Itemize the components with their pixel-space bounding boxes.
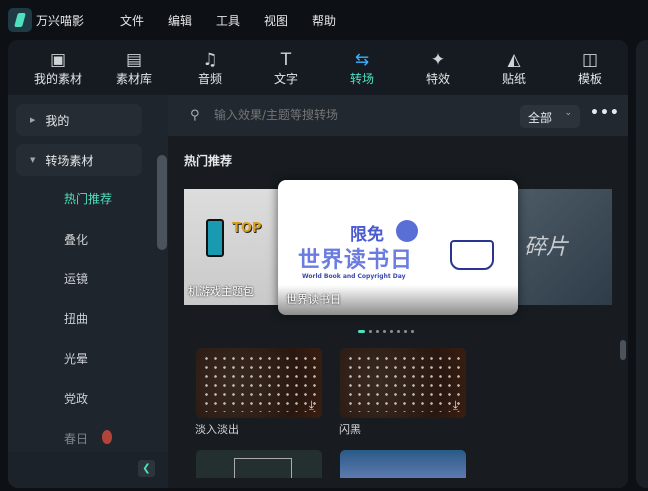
fire-icon xyxy=(102,430,112,444)
search-input[interactable] xyxy=(214,108,494,122)
sidebar-item-hot[interactable]: 热门推荐 xyxy=(64,192,112,207)
transition-label: 闪黑 xyxy=(339,423,361,436)
group-label: 我的 xyxy=(45,113,70,128)
pagination-dot[interactable] xyxy=(411,330,414,333)
section-title: 热门推荐 xyxy=(184,154,233,168)
content-scrollbar[interactable] xyxy=(620,340,626,360)
tab-label: 特效 xyxy=(425,72,450,86)
transition-icon: ⇆ xyxy=(354,50,370,70)
media-panel: ▣ 我的素材 ▤ 素材库 ♫ 音频 T 文字 ⇆ 转场 ✦ 特效 ◭ 贴纸 ◫ 模板 ▶ 我的 ▼… xyxy=(8,40,628,488)
transition-thumbnail[interactable] xyxy=(340,450,466,478)
sidebar-item-dissolve[interactable]: 叠化 xyxy=(64,233,88,248)
download-icon[interactable]: ⤓ xyxy=(309,398,314,412)
image-icon: ▣ xyxy=(49,50,67,70)
card-art-text: TOP xyxy=(232,221,262,236)
caret-down-icon: ▼ xyxy=(30,156,36,164)
pagination-dot[interactable] xyxy=(376,330,379,333)
pagination-dot[interactable] xyxy=(404,330,407,333)
app-name: 万兴喵影 xyxy=(36,14,85,28)
tab-label: 音频 xyxy=(197,72,222,86)
sticker-icon: ◭ xyxy=(507,50,521,70)
preview-panel xyxy=(636,40,648,488)
menu-help[interactable]: 帮助 xyxy=(312,12,336,29)
pagination-dot[interactable] xyxy=(358,330,365,333)
app-logo xyxy=(8,8,32,32)
sidebar-item-halo[interactable]: 光晕 xyxy=(64,352,88,367)
text-icon: T xyxy=(280,50,292,70)
tab-label: 贴纸 xyxy=(501,72,526,86)
pagination-dot[interactable] xyxy=(383,330,386,333)
collapse-sidebar-button[interactable]: ❮ xyxy=(138,460,155,477)
sidebar-group-mine[interactable]: ▶ 我的 xyxy=(16,104,142,136)
pagination-dot[interactable] xyxy=(369,330,372,333)
poster-heading: 世界读书日 xyxy=(298,248,414,273)
poster-subtitle: World Book and Copyright Day xyxy=(302,273,406,280)
filter-dropdown[interactable]: 全部 ⌄ xyxy=(520,105,580,128)
transition-thumbnail[interactable] xyxy=(196,450,322,478)
pagination-dot[interactable] xyxy=(397,330,400,333)
carousel-pagination xyxy=(358,330,414,333)
carousel-card[interactable]: 碎片 xyxy=(518,189,612,305)
transition-label: 淡入淡出 xyxy=(195,423,239,436)
tab-label: 素材库 xyxy=(115,72,152,86)
carousel-card-featured[interactable]: 限免 世界读书日 World Book and Copyright Day 世界… xyxy=(278,180,518,315)
tab-label: 模板 xyxy=(577,72,602,86)
card-art-text: 碎片 xyxy=(524,235,569,260)
chevron-down-icon: ⌄ xyxy=(564,108,572,118)
search-icon: ⚲ xyxy=(190,108,200,123)
tab-text[interactable]: T 文字 xyxy=(248,40,324,95)
menu-file[interactable]: 文件 xyxy=(120,12,144,29)
book-icon xyxy=(450,240,494,270)
tab-audio[interactable]: ♫ 音频 xyxy=(172,40,248,95)
tab-my-media[interactable]: ▣ 我的素材 xyxy=(20,40,96,95)
menu-tools[interactable]: 工具 xyxy=(216,12,240,29)
menu-view[interactable]: 视图 xyxy=(264,12,288,29)
tab-transition[interactable]: ⇆ 转场 xyxy=(324,40,400,95)
tab-label: 我的素材 xyxy=(33,72,82,86)
cloud-folder-icon: ▤ xyxy=(125,50,143,70)
gamepad-icon xyxy=(206,219,224,257)
template-icon: ◫ xyxy=(581,50,599,70)
menu-edit[interactable]: 编辑 xyxy=(168,12,192,29)
globe-icon xyxy=(396,220,418,242)
card-label: 机游戏主题包 xyxy=(188,285,254,298)
pagination-dot[interactable] xyxy=(390,330,393,333)
group-label: 转场素材 xyxy=(45,153,94,168)
filter-value: 全部 xyxy=(528,111,553,125)
tab-templates[interactable]: ◫ 模板 xyxy=(552,40,628,95)
tab-effects[interactable]: ✦ 特效 xyxy=(400,40,476,95)
tab-label: 转场 xyxy=(349,72,374,86)
sparkle-star-icon: ✦ xyxy=(430,50,446,70)
content-area: ⚲ 全部 ⌄ ••• 热门推荐 TOP 机游戏主题包 碎片 限免 世界读书日 Wo… xyxy=(168,95,628,488)
tab-library[interactable]: ▤ 素材库 xyxy=(96,40,172,95)
sidebar-item-distort[interactable]: 扭曲 xyxy=(64,312,88,327)
category-sidebar: ▶ 我的 ▼ 转场素材 热门推荐 叠化 运镜 扭曲 光晕 党政 春日 ❮ xyxy=(8,95,168,488)
transition-thumbnail[interactable]: ⤓ xyxy=(340,348,466,418)
sidebar-item-spring[interactable]: 春日 xyxy=(64,432,88,447)
transition-thumbnail[interactable]: ⤓ xyxy=(196,348,322,418)
tab-label: 文字 xyxy=(273,72,298,86)
card-label: 世界读书日 xyxy=(286,293,341,306)
more-options-button[interactable]: ••• xyxy=(590,105,620,121)
toolbar: ▣ 我的素材 ▤ 素材库 ♫ 音频 T 文字 ⇆ 转场 ✦ 特效 ◭ 贴纸 ◫ 模板 xyxy=(8,40,628,95)
tab-stickers[interactable]: ◭ 贴纸 xyxy=(476,40,552,95)
sidebar-item-party[interactable]: 党政 xyxy=(64,392,88,407)
sidebar-group-transitions[interactable]: ▼ 转场素材 xyxy=(16,144,142,176)
sidebar-scrollbar[interactable] xyxy=(157,155,167,250)
music-note-icon: ♫ xyxy=(202,50,218,70)
caret-right-icon: ▶ xyxy=(30,116,36,124)
sidebar-item-camera[interactable]: 运镜 xyxy=(64,272,88,287)
download-icon[interactable]: ⤓ xyxy=(453,398,458,412)
search-bar: ⚲ 全部 ⌄ ••• xyxy=(168,95,628,136)
